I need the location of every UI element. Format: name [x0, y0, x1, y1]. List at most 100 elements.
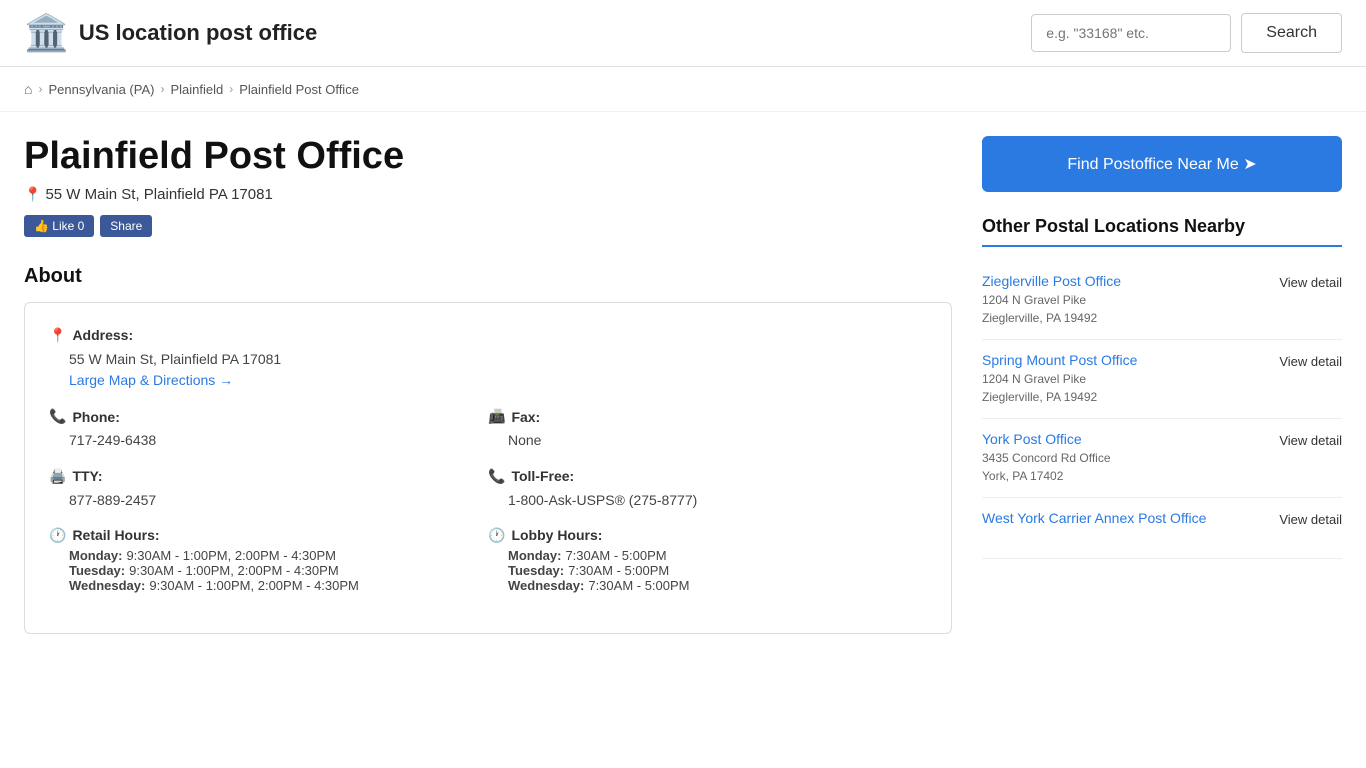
retail-hours-row: Wednesday: 9:30AM - 1:00PM, 2:00PM - 4:3… — [69, 578, 488, 593]
tollfree-section: 📞 Toll-Free: 1-800-Ask-USPS® (275-8777) — [488, 468, 927, 527]
hours-value: 7:30AM - 5:00PM — [588, 578, 689, 593]
map-directions-link[interactable]: Large Map & Directions → — [69, 372, 927, 388]
phone-section: 📞 Phone: 717-249-6438 — [49, 408, 488, 467]
retail-hours-row: Monday: 9:30AM - 1:00PM, 2:00PM - 4:30PM — [69, 548, 488, 563]
nearby-item-view-link[interactable]: View detail — [1267, 431, 1342, 448]
hours-day: Monday: — [69, 548, 122, 563]
nearby-item: York Post Office 3435 Concord Rd OfficeY… — [982, 419, 1342, 498]
about-section-title: About — [24, 265, 952, 288]
find-postoffice-button[interactable]: Find Postoffice Near Me ➤ — [982, 136, 1342, 192]
site-title: US location post office — [79, 20, 317, 46]
page-title: Plainfield Post Office — [24, 136, 952, 178]
page-address-text: 55 W Main St, Plainfield PA 17081 — [45, 186, 272, 203]
content-left: Plainfield Post Office 📍 55 W Main St, P… — [24, 136, 952, 634]
breadcrumb-sep-1: › — [38, 82, 42, 96]
tty-value: 877-889-2457 — [69, 489, 488, 511]
breadcrumb-sep-2: › — [160, 82, 164, 96]
breadcrumb-sep-3: › — [229, 82, 233, 96]
nearby-item-info: York Post Office 3435 Concord Rd OfficeY… — [982, 431, 1267, 485]
nearby-item-name[interactable]: Spring Mount Post Office — [982, 352, 1267, 368]
address-pin-icon: 📍 — [49, 327, 66, 344]
nearby-list: Zieglerville Post Office 1204 N Gravel P… — [982, 261, 1342, 559]
nearby-item: Zieglerville Post Office 1204 N Gravel P… — [982, 261, 1342, 340]
hours-day: Wednesday: — [508, 578, 584, 593]
nearby-item-info: Spring Mount Post Office 1204 N Gravel P… — [982, 352, 1267, 406]
nearby-item: West York Carrier Annex Post Office View… — [982, 498, 1342, 559]
hours-value: 7:30AM - 5:00PM — [565, 548, 666, 563]
address-label: 📍 Address: — [49, 327, 927, 344]
hours-day: Monday: — [508, 548, 561, 563]
facebook-share-button[interactable]: Share — [100, 215, 152, 237]
lobby-hours-label: 🕐 Lobby Hours: — [488, 527, 927, 544]
nearby-section-title: Other Postal Locations Nearby — [982, 216, 1342, 247]
retail-hours-rows: Monday: 9:30AM - 1:00PM, 2:00PM - 4:30PM… — [49, 548, 488, 593]
tollfree-value: 1-800-Ask-USPS® (275-8777) — [508, 489, 927, 511]
content-right: Find Postoffice Near Me ➤ Other Postal L… — [982, 136, 1342, 634]
search-area: Search — [1031, 13, 1342, 53]
nearby-item-address: 3435 Concord Rd OfficeYork, PA 17402 — [982, 449, 1267, 485]
nearby-item-view-link[interactable]: View detail — [1267, 510, 1342, 527]
hours-day: Tuesday: — [508, 563, 564, 578]
breadcrumb: ⌂ › Pennsylvania (PA) › Plainfield › Pla… — [0, 67, 1366, 112]
post-office-icon: 🏛️ — [24, 12, 69, 54]
logo-area: 🏛️ US location post office — [24, 12, 1031, 54]
phone-value: 717-249-6438 — [69, 429, 488, 451]
fax-section: 📠 Fax: None — [488, 408, 927, 467]
phone-icon: 📞 — [49, 408, 66, 425]
address-section: 📍 Address: 55 W Main St, Plainfield PA 1… — [49, 327, 927, 388]
nearby-item: Spring Mount Post Office 1204 N Gravel P… — [982, 340, 1342, 419]
search-button[interactable]: Search — [1241, 13, 1342, 53]
tty-icon: 🖨️ — [49, 468, 66, 485]
nearby-item-address — [982, 528, 1267, 546]
home-icon[interactable]: ⌂ — [24, 81, 32, 97]
phone-label: 📞 Phone: — [49, 408, 488, 425]
phone-fax-grid: 📞 Phone: 717-249-6438 📠 Fax: None — [49, 408, 927, 467]
nearby-item-name[interactable]: West York Carrier Annex Post Office — [982, 510, 1267, 526]
breadcrumb-city[interactable]: Plainfield — [170, 82, 223, 97]
tty-section: 🖨️ TTY: 877-889-2457 — [49, 468, 488, 527]
fax-label: 📠 Fax: — [488, 408, 927, 425]
tty-label: 🖨️ TTY: — [49, 468, 488, 485]
nearby-item-address: 1204 N Gravel PikeZieglerville, PA 19492 — [982, 370, 1267, 406]
retail-hours-label: 🕐 Retail Hours: — [49, 527, 488, 544]
nearby-item-info: West York Carrier Annex Post Office — [982, 510, 1267, 546]
lobby-hours-row: Monday: 7:30AM - 5:00PM — [508, 548, 927, 563]
lobby-hours-rows: Monday: 7:30AM - 5:00PMTuesday: 7:30AM -… — [488, 548, 927, 593]
main-container: Plainfield Post Office 📍 55 W Main St, P… — [0, 112, 1366, 634]
lobby-hours-section: 🕐 Lobby Hours: Monday: 7:30AM - 5:00PMTu… — [488, 527, 927, 609]
tty-tollfree-grid: 🖨️ TTY: 877-889-2457 📞 Toll-Free: 1-800-… — [49, 468, 927, 527]
lobby-clock-icon: 🕐 — [488, 527, 505, 544]
tollfree-icon: 📞 — [488, 468, 505, 485]
social-buttons: 👍 Like 0 Share — [24, 215, 952, 237]
fax-icon: 📠 — [488, 408, 505, 425]
nearby-item-view-link[interactable]: View detail — [1267, 352, 1342, 369]
breadcrumb-current: Plainfield Post Office — [239, 82, 359, 97]
hours-value: 7:30AM - 5:00PM — [568, 563, 669, 578]
nearby-item-view-link[interactable]: View detail — [1267, 273, 1342, 290]
retail-hours-section: 🕐 Retail Hours: Monday: 9:30AM - 1:00PM,… — [49, 527, 488, 609]
hours-day: Wednesday: — [69, 578, 145, 593]
clock-icon: 🕐 — [49, 527, 66, 544]
nearby-item-info: Zieglerville Post Office 1204 N Gravel P… — [982, 273, 1267, 327]
retail-hours-row: Tuesday: 9:30AM - 1:00PM, 2:00PM - 4:30P… — [69, 563, 488, 578]
hours-day: Tuesday: — [69, 563, 125, 578]
hours-grid: 🕐 Retail Hours: Monday: 9:30AM - 1:00PM,… — [49, 527, 927, 609]
nearby-item-address: 1204 N Gravel PikeZieglerville, PA 19492 — [982, 291, 1267, 327]
address-value: 55 W Main St, Plainfield PA 17081 — [69, 348, 927, 370]
facebook-like-button[interactable]: 👍 Like 0 — [24, 215, 94, 237]
hours-value: 9:30AM - 1:00PM, 2:00PM - 4:30PM — [129, 563, 339, 578]
hours-value: 9:30AM - 1:00PM, 2:00PM - 4:30PM — [126, 548, 336, 563]
fax-value: None — [508, 429, 927, 451]
nearby-item-name[interactable]: York Post Office — [982, 431, 1267, 447]
page-address-line: 📍 55 W Main St, Plainfield PA 17081 — [24, 186, 952, 203]
header: 🏛️ US location post office Search — [0, 0, 1366, 67]
info-card: 📍 Address: 55 W Main St, Plainfield PA 1… — [24, 302, 952, 634]
breadcrumb-state[interactable]: Pennsylvania (PA) — [48, 82, 154, 97]
location-pin-icon: 📍 — [24, 186, 41, 203]
lobby-hours-row: Wednesday: 7:30AM - 5:00PM — [508, 578, 927, 593]
lobby-hours-row: Tuesday: 7:30AM - 5:00PM — [508, 563, 927, 578]
tollfree-label: 📞 Toll-Free: — [488, 468, 927, 485]
search-input[interactable] — [1031, 14, 1231, 52]
hours-value: 9:30AM - 1:00PM, 2:00PM - 4:30PM — [149, 578, 359, 593]
nearby-item-name[interactable]: Zieglerville Post Office — [982, 273, 1267, 289]
